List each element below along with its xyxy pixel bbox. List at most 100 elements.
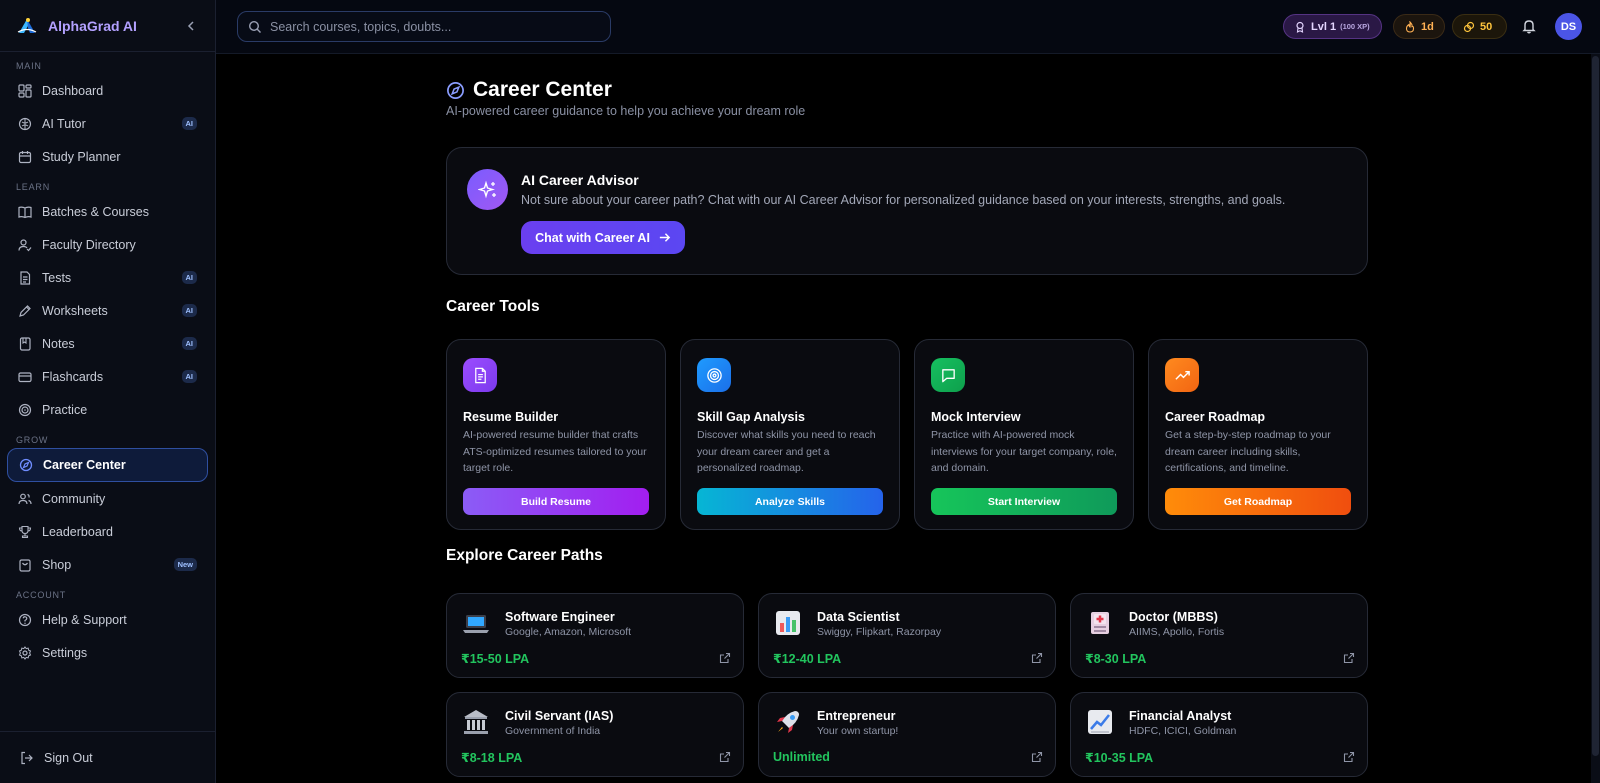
career-companies: Your own startup!	[817, 725, 899, 737]
sidebar-item-help[interactable]: Help & Support	[0, 603, 215, 636]
medal-icon	[1296, 21, 1304, 33]
search-input[interactable]	[270, 19, 590, 34]
career-path-doctor[interactable]: Doctor (MBBS) AIIMS, Apollo, Fortis ₹8-3…	[1070, 593, 1368, 678]
notification-bell-icon[interactable]	[1521, 18, 1537, 34]
advisor-title: AI Career Advisor	[521, 172, 639, 188]
target-icon	[706, 367, 722, 383]
ai-badge: AI	[181, 337, 197, 350]
career-title: Data Scientist	[817, 610, 900, 624]
external-link-icon[interactable]	[719, 751, 731, 763]
career-title: Entrepreneur	[817, 709, 896, 723]
sparkles-icon	[477, 180, 496, 198]
start-interview-button[interactable]: Start Interview	[931, 488, 1117, 515]
trophy-icon	[18, 525, 32, 538]
new-badge: New	[173, 558, 197, 571]
tool-description: Practice with AI-powered mock interviews…	[931, 429, 1117, 474]
brand-header: AlphaGrad AI	[0, 0, 215, 52]
external-link-icon[interactable]	[1343, 652, 1355, 664]
sign-out-button[interactable]: Sign Out	[0, 731, 215, 783]
tool-description: AI-powered resume builder that crafts AT…	[463, 429, 647, 474]
external-link-icon[interactable]	[1343, 751, 1355, 763]
tool-description: Get a step-by-step roadmap to your dream…	[1165, 429, 1331, 474]
coins-badge[interactable]: 50	[1452, 14, 1507, 39]
top-bar: Lvl 1 (100 XP) 1d 50 DS	[216, 0, 1600, 54]
career-path-entrepreneur[interactable]: Entrepreneur Your own startup! Unlimited	[758, 692, 1056, 777]
sidebar-item-label: Leaderboard	[42, 524, 113, 539]
career-companies: AIIMS, Apollo, Fortis	[1129, 626, 1225, 638]
external-link-icon[interactable]	[1031, 751, 1043, 763]
sidebar-item-faculty[interactable]: Faculty Directory	[0, 228, 215, 261]
sidebar-item-label: Practice	[42, 402, 88, 417]
external-link-icon[interactable]	[719, 652, 731, 664]
ai-career-advisor-card: AI Career Advisor Not sure about your ca…	[446, 147, 1368, 275]
get-roadmap-button[interactable]: Get Roadmap	[1165, 488, 1351, 515]
sidebar-item-label: Dashboard	[42, 83, 104, 98]
sidebar-item-batches[interactable]: Batches & Courses	[0, 195, 215, 228]
sidebar-item-tests[interactable]: Tests AI	[0, 261, 215, 294]
sidebar-item-worksheets[interactable]: Worksheets AI	[0, 294, 215, 327]
sidebar-item-label: Career Center	[43, 458, 126, 472]
career-path-data-scientist[interactable]: Data Scientist Swiggy, Flipkart, Razorpa…	[758, 593, 1056, 678]
collapse-sidebar-icon[interactable]	[183, 18, 199, 34]
avatar[interactable]: DS	[1555, 13, 1582, 40]
sidebar-item-notes[interactable]: Notes AI	[0, 327, 215, 360]
sidebar-item-community[interactable]: Community	[0, 482, 215, 515]
sidebar-item-dashboard[interactable]: Dashboard	[0, 74, 215, 107]
career-salary: ₹8-18 LPA	[461, 751, 523, 765]
career-path-financial-analyst[interactable]: Financial Analyst HDFC, ICICI, Goldman ₹…	[1070, 692, 1368, 777]
career-path-software-engineer[interactable]: Software Engineer Google, Amazon, Micros…	[446, 593, 744, 678]
logout-icon	[21, 751, 33, 764]
sidebar-item-shop[interactable]: Shop New	[0, 548, 215, 581]
sidebar-item-label: Settings	[42, 645, 88, 660]
tool-title: Resume Builder	[463, 410, 559, 424]
career-tools-heading: Career Tools	[446, 298, 540, 315]
tool-card-resume-builder: Resume Builder AI-powered resume builder…	[446, 339, 666, 530]
tool-card-skill-gap-analysis: Skill Gap Analysis Discover what skills …	[680, 339, 900, 530]
bag-icon	[19, 558, 31, 572]
sidebar-item-label: Tests	[42, 270, 72, 285]
sidebar-item-flashcards[interactable]: Flashcards AI	[0, 360, 215, 393]
bar-chart-icon	[776, 611, 800, 635]
page-scrollbar[interactable]	[1591, 54, 1600, 783]
streak-badge[interactable]: 1d	[1393, 14, 1445, 39]
career-companies: Google, Amazon, Microsoft	[505, 626, 632, 638]
sidebar-item-leaderboard[interactable]: Leaderboard	[0, 515, 215, 548]
sidebar-item-ai-tutor[interactable]: AI Tutor AI	[0, 107, 215, 140]
cards-icon	[18, 371, 32, 382]
external-link-icon[interactable]	[1031, 652, 1043, 664]
advisor-avatar	[467, 169, 508, 210]
sidebar-item-label: Batches & Courses	[42, 204, 149, 219]
tool-card-career-roadmap: Career Roadmap Get a step-by-step roadma…	[1148, 339, 1368, 530]
rocket-icon	[777, 711, 799, 733]
chat-icon	[941, 368, 955, 382]
chat-with-career-ai-button[interactable]: Chat with Career AI	[521, 221, 685, 254]
tool-title: Skill Gap Analysis	[697, 410, 805, 424]
career-salary: ₹8-30 LPA	[1085, 652, 1147, 666]
career-salary: ₹15-50 LPA	[461, 652, 530, 666]
hospital-icon	[1091, 612, 1109, 634]
ai-badge: AI	[181, 271, 197, 284]
section-label-learn: LEARN	[16, 182, 51, 192]
sidebar-item-study-planner[interactable]: Study Planner	[0, 140, 215, 173]
sidebar-item-practice[interactable]: Practice	[0, 393, 215, 426]
brand-logo-icon	[17, 17, 37, 33]
career-salary: ₹12-40 LPA	[773, 652, 842, 666]
analyze-skills-button[interactable]: Analyze Skills	[697, 488, 883, 515]
document-icon	[474, 367, 486, 383]
section-label-grow: GROW	[16, 435, 49, 445]
tool-icon-wrap	[697, 358, 731, 392]
brand-name: AlphaGrad AI	[48, 17, 137, 34]
search-box[interactable]	[237, 11, 611, 42]
scrollbar-thumb[interactable]	[1592, 56, 1599, 756]
cta-label: Chat with Career AI	[535, 230, 650, 245]
career-companies: HDFC, ICICI, Goldman	[1129, 725, 1237, 737]
sidebar-item-career-center[interactable]: Career Center	[7, 448, 208, 482]
sign-out-label: Sign Out	[44, 750, 93, 765]
sidebar-item-settings[interactable]: Settings	[0, 636, 215, 669]
ai-badge: AI	[181, 304, 197, 317]
career-title: Software Engineer	[505, 610, 615, 624]
level-badge[interactable]: Lvl 1 (100 XP)	[1283, 14, 1382, 39]
build-resume-button[interactable]: Build Resume	[463, 488, 649, 515]
dashboard-icon	[18, 83, 32, 98]
career-path-civil-servant[interactable]: Civil Servant (IAS) Government of India …	[446, 692, 744, 777]
